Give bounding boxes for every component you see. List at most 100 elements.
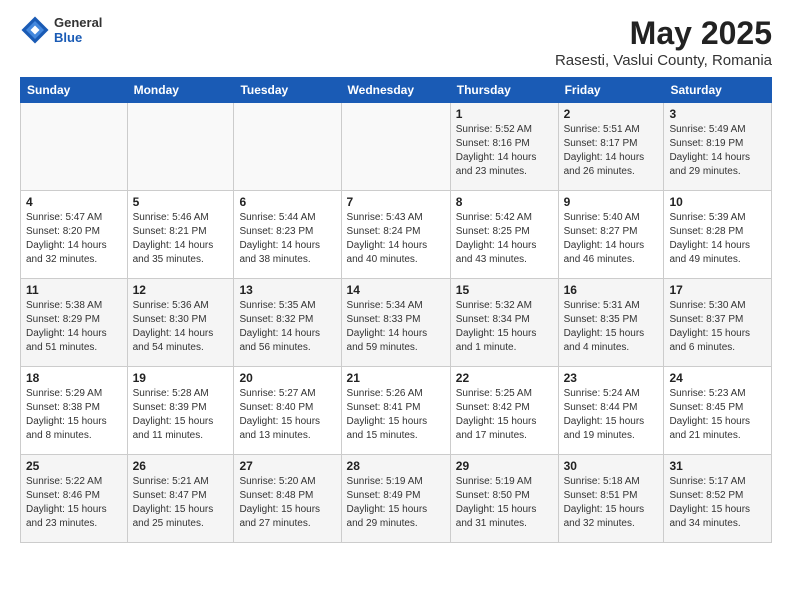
day-info: Sunrise: 5:49 AM Sunset: 8:19 PM Dayligh… [669, 123, 766, 179]
day-info: Sunrise: 5:43 AM Sunset: 8:24 PM Dayligh… [347, 211, 445, 267]
calendar-table: SundayMondayTuesdayWednesdayThursdayFrid… [20, 77, 772, 543]
calendar-cell: 2Sunrise: 5:51 AM Sunset: 8:17 PM Daylig… [558, 103, 664, 191]
logo-icon [20, 15, 50, 45]
weekday-header-wednesday: Wednesday [341, 78, 450, 103]
day-number: 23 [564, 371, 659, 385]
day-info: Sunrise: 5:34 AM Sunset: 8:33 PM Dayligh… [347, 299, 445, 355]
day-info: Sunrise: 5:23 AM Sunset: 8:45 PM Dayligh… [669, 387, 766, 443]
day-number: 12 [133, 283, 229, 297]
day-number: 11 [26, 283, 122, 297]
day-info: Sunrise: 5:47 AM Sunset: 8:20 PM Dayligh… [26, 211, 122, 267]
subtitle: Rasesti, Vaslui County, Romania [555, 52, 772, 69]
calendar-cell: 3 Sunrise: 5:49 AM Sunset: 8:19 PM Daylig… [664, 103, 772, 191]
calendar-body: 1Sunrise: 5:52 AM Sunset: 8:16 PM Daylig… [21, 103, 772, 543]
calendar-cell: 19Sunrise: 5:28 AM Sunset: 8:39 PM Dayli… [127, 367, 234, 455]
calendar-week-2: 11 Sunrise: 5:38 AM Sunset: 8:29 PM Dayli… [21, 279, 772, 367]
day-info: Sunrise: 5:19 AM Sunset: 8:50 PM Dayligh… [456, 475, 553, 531]
weekday-header-monday: Monday [127, 78, 234, 103]
calendar-week-1: 4Sunrise: 5:47 AM Sunset: 8:20 PM Daylig… [21, 191, 772, 279]
day-info: Sunrise: 5:22 AM Sunset: 8:46 PM Dayligh… [26, 475, 122, 531]
calendar-cell: 18Sunrise: 5:29 AM Sunset: 8:38 PM Dayli… [21, 367, 128, 455]
day-number: 24 [669, 371, 766, 385]
logo-text: General Blue [54, 15, 102, 45]
day-info: Sunrise: 5:19 AM Sunset: 8:49 PM Dayligh… [347, 475, 445, 531]
weekday-header-thursday: Thursday [450, 78, 558, 103]
calendar-cell: 7Sunrise: 5:43 AM Sunset: 8:24 PM Daylig… [341, 191, 450, 279]
day-info: Sunrise: 5:42 AM Sunset: 8:25 PM Dayligh… [456, 211, 553, 267]
day-number: 29 [456, 459, 553, 473]
calendar-cell: 14 Sunrise: 5:34 AM Sunset: 8:33 PM Dayli… [341, 279, 450, 367]
day-number: 28 [347, 459, 445, 473]
day-info: Sunrise: 5:20 AM Sunset: 8:48 PM Dayligh… [239, 475, 335, 531]
calendar-week-4: 25 Sunrise: 5:22 AM Sunset: 8:46 PM Dayli… [21, 455, 772, 543]
calendar-cell [127, 103, 234, 191]
calendar-cell: 27Sunrise: 5:20 AM Sunset: 8:48 PM Dayli… [234, 455, 341, 543]
day-number: 6 [239, 195, 335, 209]
day-info: Sunrise: 5:40 AM Sunset: 8:27 PM Dayligh… [564, 211, 659, 267]
day-info: Sunrise: 5:44 AM Sunset: 8:23 PM Dayligh… [239, 211, 335, 267]
calendar-cell: 24 Sunrise: 5:23 AM Sunset: 8:45 PM Dayli… [664, 367, 772, 455]
day-info: Sunrise: 5:39 AM Sunset: 8:28 PM Dayligh… [669, 211, 766, 267]
calendar-cell: 13Sunrise: 5:35 AM Sunset: 8:32 PM Dayli… [234, 279, 341, 367]
day-info: Sunrise: 5:21 AM Sunset: 8:47 PM Dayligh… [133, 475, 229, 531]
day-info: Sunrise: 5:29 AM Sunset: 8:38 PM Dayligh… [26, 387, 122, 443]
calendar-cell: 4Sunrise: 5:47 AM Sunset: 8:20 PM Daylig… [21, 191, 128, 279]
day-info: Sunrise: 5:25 AM Sunset: 8:42 PM Dayligh… [456, 387, 553, 443]
calendar-cell: 25 Sunrise: 5:22 AM Sunset: 8:46 PM Dayli… [21, 455, 128, 543]
weekday-header-friday: Friday [558, 78, 664, 103]
day-number: 5 [133, 195, 229, 209]
calendar-cell: 22 Sunrise: 5:25 AM Sunset: 8:42 PM Dayli… [450, 367, 558, 455]
day-info: Sunrise: 5:51 AM Sunset: 8:17 PM Dayligh… [564, 123, 659, 179]
day-number: 8 [456, 195, 553, 209]
day-number: 30 [564, 459, 659, 473]
day-info: Sunrise: 5:38 AM Sunset: 8:29 PM Dayligh… [26, 299, 122, 355]
day-number: 22 [456, 371, 553, 385]
calendar-cell: 21Sunrise: 5:26 AM Sunset: 8:41 PM Dayli… [341, 367, 450, 455]
header: General Blue May 2025 Rasesti, Vaslui Co… [20, 15, 772, 69]
day-info: Sunrise: 5:17 AM Sunset: 8:52 PM Dayligh… [669, 475, 766, 531]
calendar-cell: 20Sunrise: 5:27 AM Sunset: 8:40 PM Dayli… [234, 367, 341, 455]
calendar-cell: 16Sunrise: 5:31 AM Sunset: 8:35 PM Dayli… [558, 279, 664, 367]
day-number: 21 [347, 371, 445, 385]
day-number: 13 [239, 283, 335, 297]
day-number: 16 [564, 283, 659, 297]
day-number: 10 [669, 195, 766, 209]
calendar-cell [341, 103, 450, 191]
weekday-header-saturday: Saturday [664, 78, 772, 103]
calendar-cell: 17 Sunrise: 5:30 AM Sunset: 8:37 PM Dayli… [664, 279, 772, 367]
calendar-cell: 15 Sunrise: 5:32 AM Sunset: 8:34 PM Dayli… [450, 279, 558, 367]
weekday-header-row: SundayMondayTuesdayWednesdayThursdayFrid… [21, 78, 772, 103]
day-number: 17 [669, 283, 766, 297]
day-number: 25 [26, 459, 122, 473]
calendar-cell: 28 Sunrise: 5:19 AM Sunset: 8:49 PM Dayli… [341, 455, 450, 543]
day-number: 3 [669, 107, 766, 121]
day-number: 9 [564, 195, 659, 209]
calendar-cell: 9 Sunrise: 5:40 AM Sunset: 8:27 PM Daylig… [558, 191, 664, 279]
calendar-cell: 30Sunrise: 5:18 AM Sunset: 8:51 PM Dayli… [558, 455, 664, 543]
day-number: 14 [347, 283, 445, 297]
day-info: Sunrise: 5:36 AM Sunset: 8:30 PM Dayligh… [133, 299, 229, 355]
day-info: Sunrise: 5:46 AM Sunset: 8:21 PM Dayligh… [133, 211, 229, 267]
calendar-week-3: 18Sunrise: 5:29 AM Sunset: 8:38 PM Dayli… [21, 367, 772, 455]
logo: General Blue [20, 15, 102, 45]
calendar-cell: 31 Sunrise: 5:17 AM Sunset: 8:52 PM Dayli… [664, 455, 772, 543]
calendar-cell: 5 Sunrise: 5:46 AM Sunset: 8:21 PM Daylig… [127, 191, 234, 279]
day-info: Sunrise: 5:32 AM Sunset: 8:34 PM Dayligh… [456, 299, 553, 355]
calendar-cell: 10 Sunrise: 5:39 AM Sunset: 8:28 PM Dayli… [664, 191, 772, 279]
day-number: 15 [456, 283, 553, 297]
page: General Blue May 2025 Rasesti, Vaslui Co… [0, 0, 792, 612]
day-info: Sunrise: 5:52 AM Sunset: 8:16 PM Dayligh… [456, 123, 553, 179]
calendar-cell: 26 Sunrise: 5:21 AM Sunset: 8:47 PM Dayli… [127, 455, 234, 543]
day-number: 31 [669, 459, 766, 473]
day-info: Sunrise: 5:24 AM Sunset: 8:44 PM Dayligh… [564, 387, 659, 443]
day-number: 26 [133, 459, 229, 473]
day-info: Sunrise: 5:27 AM Sunset: 8:40 PM Dayligh… [239, 387, 335, 443]
day-info: Sunrise: 5:30 AM Sunset: 8:37 PM Dayligh… [669, 299, 766, 355]
calendar-week-0: 1Sunrise: 5:52 AM Sunset: 8:16 PM Daylig… [21, 103, 772, 191]
calendar-cell: 11 Sunrise: 5:38 AM Sunset: 8:29 PM Dayli… [21, 279, 128, 367]
day-number: 19 [133, 371, 229, 385]
main-title: May 2025 [555, 15, 772, 52]
calendar-cell: 8 Sunrise: 5:42 AM Sunset: 8:25 PM Daylig… [450, 191, 558, 279]
calendar-cell [234, 103, 341, 191]
calendar-cell [21, 103, 128, 191]
